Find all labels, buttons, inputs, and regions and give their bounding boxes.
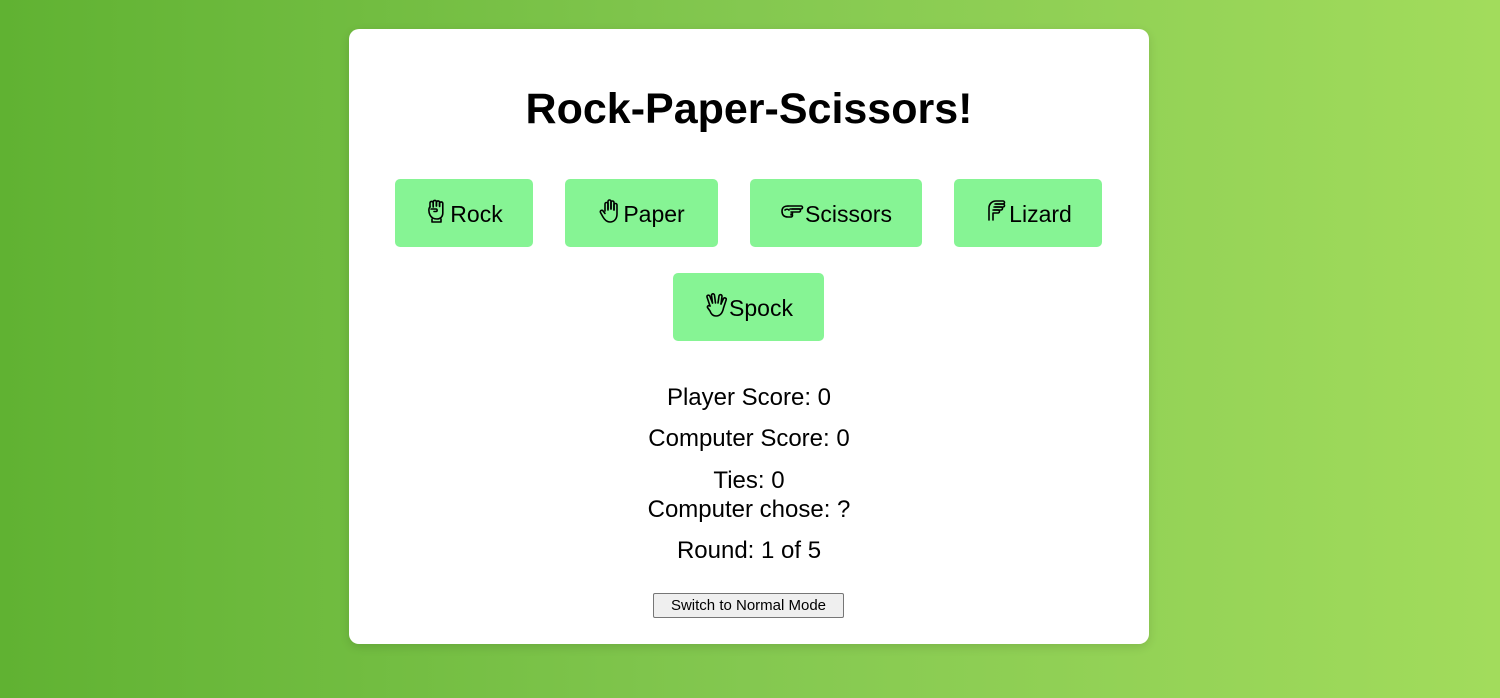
paper-button-label: Paper <box>623 200 685 227</box>
round-indicator: Round: 1 of 5 <box>676 537 822 564</box>
lizard-button[interactable]: Lizard <box>954 179 1102 247</box>
paper-button[interactable]: Paper <box>565 179 718 247</box>
computer-choice: Computer chose: ? <box>647 496 851 523</box>
lizard-hand-icon <box>988 200 1006 221</box>
spock-button-label: Spock <box>729 294 793 321</box>
ties-count: Ties: 0 <box>713 467 785 494</box>
computer-score: Computer Score: 0 <box>648 425 850 452</box>
player-score: Player Score: 0 <box>666 384 832 411</box>
lizard-button-label: Lizard <box>1009 200 1072 227</box>
fist-icon <box>428 199 444 223</box>
raised-hand-icon <box>599 199 619 223</box>
rock-button-label: Rock <box>450 200 503 227</box>
page-title: Rock-Paper-Scissors! <box>525 85 973 133</box>
rock-button[interactable]: Rock <box>395 179 533 247</box>
scissors-button-label: Scissors <box>805 200 892 227</box>
spock-button[interactable]: Spock <box>673 273 824 341</box>
scissors-button[interactable]: Scissors <box>750 179 922 247</box>
vulcan-salute-icon <box>706 293 728 317</box>
game-card: Rock-Paper-Scissors! Rock Paper Scissors… <box>349 29 1149 644</box>
scissors-hand-icon <box>781 205 804 218</box>
switch-mode-button[interactable]: Switch to Normal Mode <box>653 593 844 618</box>
